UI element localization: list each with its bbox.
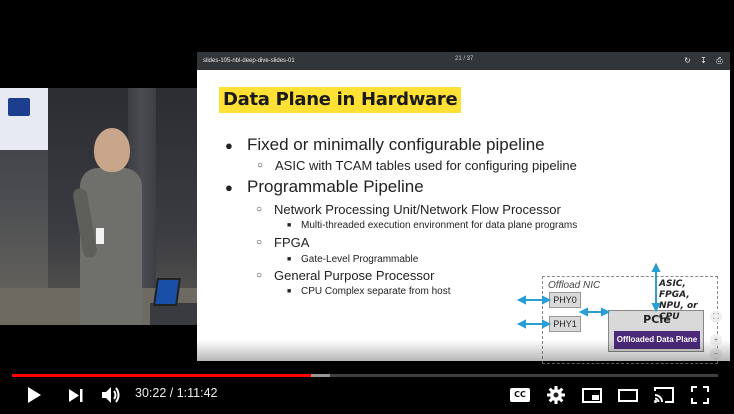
bullet-item: ■ CPU Complex separate from host [287,286,451,297]
slide-title: Data Plane in Hardware [223,89,458,110]
bullet-dot-icon: ● [225,180,233,195]
bullet-text: Multi-threaded execution environment for… [301,220,578,231]
bullet-circle-icon: ○ [256,237,263,248]
volume-button[interactable] [100,382,124,408]
speaker-head [94,128,130,172]
progress-bar[interactable] [12,374,718,377]
slide-viewer: slides-105-nbl-deep-dive-slides-01 21 / … [197,52,730,364]
camera-laptop [153,278,181,306]
arrow-head [516,319,526,329]
bullet-text: General Purpose Processor [274,268,435,283]
miniplayer-icon [582,387,602,403]
bullet-circle-icon: ○ [256,204,263,215]
download-icon: ↧ [700,56,707,65]
camera-table [150,303,197,325]
bullet-item: ● Fixed or minimally configurable pipeli… [225,135,545,155]
bullet-item: ○ General Purpose Processor [256,268,435,283]
arrow-head [516,295,526,305]
cast-icon [654,387,674,403]
phy0-box: PHY0 [549,292,581,308]
next-button[interactable] [64,382,88,408]
offload-nic-label: Offload NIC [548,280,601,291]
progress-played [12,374,311,377]
time-separator: / [166,386,177,400]
fullscreen-button[interactable] [688,382,712,408]
bullet-square-icon: ■ [287,222,292,229]
projector-logo [8,98,30,116]
bullet-dot-icon: ● [225,138,233,153]
bullet-text: Network Processing Unit/Network Flow Pro… [274,202,561,217]
cast-button[interactable] [652,382,676,408]
speaker-camera-feed [0,88,197,325]
video-player[interactable]: slides-105-nbl-deep-dive-slides-01 21 / … [0,0,734,414]
speaker-badge [96,228,104,244]
bullet-circle-icon: ○ [256,270,263,281]
settings-button[interactable] [544,382,568,408]
theater-icon [618,388,638,402]
bullet-circle-icon: ○ [257,160,264,171]
bullet-text: Programmable Pipeline [247,177,424,196]
volume-icon [102,387,120,403]
bullet-text: Fixed or minimally configurable pipeline [247,135,545,154]
pdf-filename: slides-105-nbl-deep-dive-slides-01 [203,58,295,64]
bullet-item: ○ FPGA [256,235,310,250]
bullet-item: ○ ASIC with TCAM tables used for configu… [257,158,577,173]
miniplayer-button[interactable] [580,382,604,408]
asic-label: ASIC, FPGA, NPU, or CPU [659,279,698,322]
pdf-toolbar: slides-105-nbl-deep-dive-slides-01 21 / … [197,52,730,70]
bullet-item: ○ Network Processing Unit/Network Flow P… [256,202,561,217]
fit-page-icon[interactable]: ⛶ [710,311,722,323]
bullet-text: Gate-Level Programmable [301,254,419,265]
bullet-text: CPU Complex separate from host [301,286,451,297]
current-time: 30:22 [135,386,167,400]
bullet-text: ASIC with TCAM tables used for configuri… [275,158,577,173]
bullet-square-icon: ■ [287,256,292,263]
bullet-text: FPGA [274,235,310,250]
pdf-page-indicator: 21 / 37 [455,56,474,62]
time-display: 30:22 / 1:11:42 [135,386,217,400]
play-icon [28,387,41,403]
fullscreen-icon [691,386,709,404]
captions-button[interactable]: CC [508,382,532,408]
theater-mode-button[interactable] [616,382,640,408]
captions-icon: CC [510,388,530,402]
print-icon: ⎙ [716,56,723,65]
bullet-item: ● Programmable Pipeline [225,177,424,197]
slide: Data Plane in Hardware ● Fixed or minima… [197,70,730,364]
duration: 1:11:42 [176,386,218,400]
next-icon [69,388,83,402]
phy1-box: PHY1 [549,316,581,332]
camera-projector-screen [0,88,48,150]
rotate-icon: ↻ [684,56,691,65]
arrow-head [651,262,661,272]
bullet-item: ■ Multi-threaded execution environment f… [287,220,578,231]
slide-title-highlight: Data Plane in Hardware [219,87,462,113]
bullet-square-icon: ■ [287,288,292,295]
play-button[interactable] [22,382,46,408]
bullet-item: ■ Gate-Level Programmable [287,254,419,265]
gear-icon [547,386,565,404]
